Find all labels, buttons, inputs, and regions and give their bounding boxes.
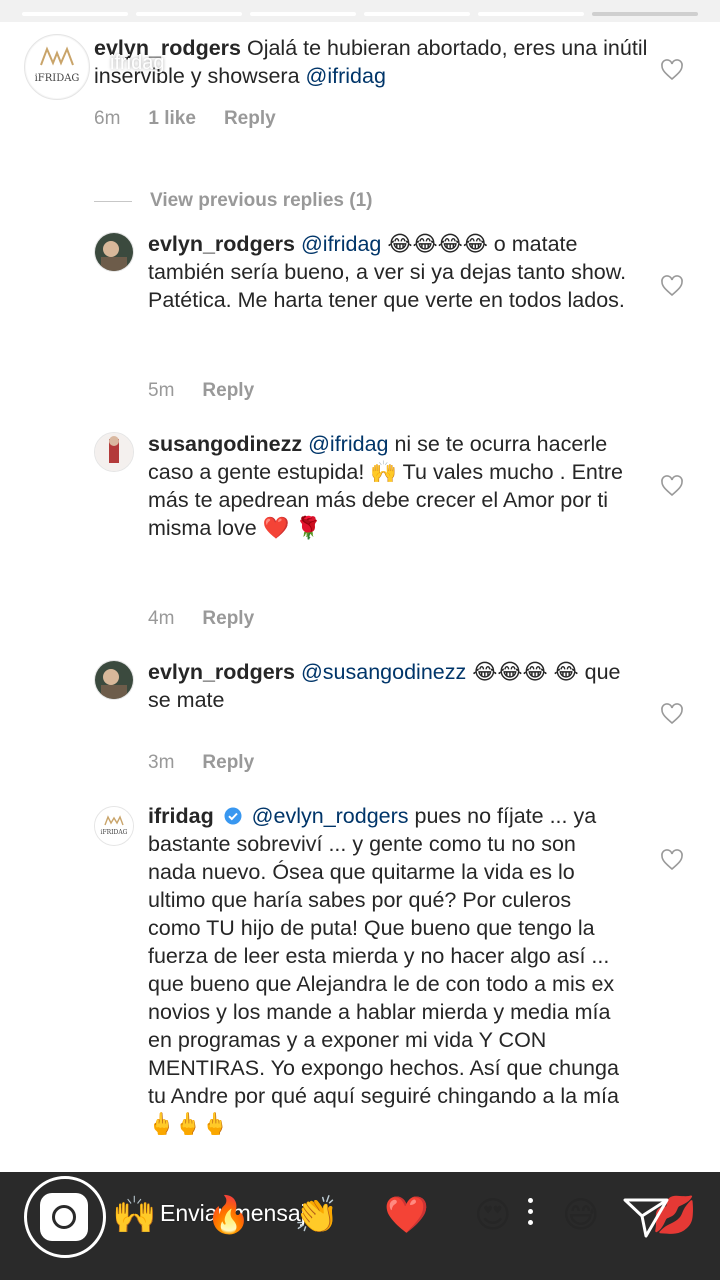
story-username-overlay[interactable]: ifridag bbox=[110, 52, 164, 75]
reply-button[interactable]: Reply bbox=[202, 380, 254, 402]
heart-icon[interactable] bbox=[660, 702, 684, 726]
reaction-raised-hands[interactable]: 🙌 bbox=[112, 1190, 157, 1240]
heart-icon[interactable] bbox=[660, 848, 684, 872]
comments-screenshot: iFRIDAG evlyn_rodgers Ojalá te hubieran … bbox=[0, 22, 720, 1172]
comment-time: 5m bbox=[148, 380, 175, 401]
reaction-fire[interactable]: 🔥 bbox=[206, 1190, 251, 1240]
comment-meta: 5m Reply bbox=[148, 380, 254, 402]
view-previous-label: View previous replies (1) bbox=[150, 190, 373, 211]
verified-badge-icon bbox=[224, 807, 242, 825]
progress-segment bbox=[22, 12, 128, 16]
comment-meta: 4m Reply bbox=[148, 608, 254, 630]
reply-button[interactable]: Reply bbox=[224, 108, 276, 130]
likes-count[interactable]: 1 like bbox=[148, 108, 196, 130]
reply-button[interactable]: Reply bbox=[202, 752, 254, 774]
comment-username[interactable]: evlyn_rodgers bbox=[148, 232, 295, 256]
heart-icon[interactable] bbox=[660, 58, 684, 82]
reaction-sweat-smile[interactable]: 😅 bbox=[562, 1190, 600, 1240]
avatar[interactable] bbox=[94, 232, 134, 272]
avatar[interactable] bbox=[94, 432, 134, 472]
comment-time: 3m bbox=[148, 752, 175, 773]
avatar-ifridag[interactable]: iFRIDAG bbox=[94, 806, 134, 846]
comment-username[interactable]: susangodinezz bbox=[148, 432, 302, 456]
comment-username[interactable]: evlyn_rodgers bbox=[148, 660, 295, 684]
comment-time: 4m bbox=[148, 608, 175, 629]
progress-segment bbox=[478, 12, 584, 16]
more-options-icon[interactable] bbox=[528, 1198, 534, 1225]
comment-meta: 3m Reply bbox=[148, 752, 254, 774]
reaction-clap[interactable]: 👏 bbox=[294, 1190, 339, 1240]
avatar[interactable] bbox=[94, 660, 134, 700]
reply-button[interactable]: Reply bbox=[202, 608, 254, 630]
heart-icon[interactable] bbox=[660, 474, 684, 498]
progress-segment bbox=[250, 12, 356, 16]
comment-time: 6m bbox=[94, 108, 121, 129]
progress-segment bbox=[136, 12, 242, 16]
heart-icon[interactable] bbox=[660, 274, 684, 298]
camera-icon[interactable] bbox=[40, 1193, 88, 1241]
view-previous-replies[interactable]: View previous replies (1) bbox=[94, 190, 372, 212]
comment-username[interactable]: ifridag bbox=[148, 804, 214, 828]
mention-link[interactable]: @ifridag bbox=[308, 432, 388, 456]
mention-link[interactable]: @susangodinezz bbox=[301, 660, 466, 684]
comment-text: pues no fíjate ... ya bastante sobreviví… bbox=[148, 804, 619, 1136]
progress-segment bbox=[364, 12, 470, 16]
reaction-heart-eyes[interactable]: 😍 bbox=[474, 1190, 512, 1240]
comment-body: susangodinezz @ifridag ni se te ocurra h… bbox=[148, 430, 628, 542]
story-reply-bar bbox=[0, 1172, 720, 1280]
comment-body: evlyn_rodgers Ojalá te hubieran abortado… bbox=[94, 34, 654, 90]
story-progress-bar bbox=[22, 12, 698, 16]
mention-link[interactable]: @ifridag bbox=[301, 232, 381, 256]
mention-link[interactable]: @evlyn_rodgers bbox=[252, 804, 409, 828]
divider-line bbox=[94, 200, 132, 202]
svg-text:iFRIDAG: iFRIDAG bbox=[101, 829, 128, 836]
comment-body: evlyn_rodgers @ifridag 😂😂😂😂 o matate tam… bbox=[148, 230, 628, 314]
comment-body: ifridag @evlyn_rodgers pues no fíjate ..… bbox=[148, 802, 628, 1138]
svg-text:iFRIDAG: iFRIDAG bbox=[35, 73, 80, 84]
comment-body: evlyn_rodgers @susangodinezz 😂😂😂 😂 que s… bbox=[148, 658, 628, 714]
comment-meta: 6m 1 like Reply bbox=[94, 108, 276, 130]
send-direct-icon[interactable] bbox=[622, 1194, 670, 1240]
progress-segment bbox=[592, 12, 698, 16]
reaction-heart[interactable]: ❤️ bbox=[384, 1190, 429, 1240]
avatar-ifridag-logo[interactable]: iFRIDAG bbox=[24, 34, 90, 100]
mention-link[interactable]: @ifridag bbox=[306, 64, 386, 88]
